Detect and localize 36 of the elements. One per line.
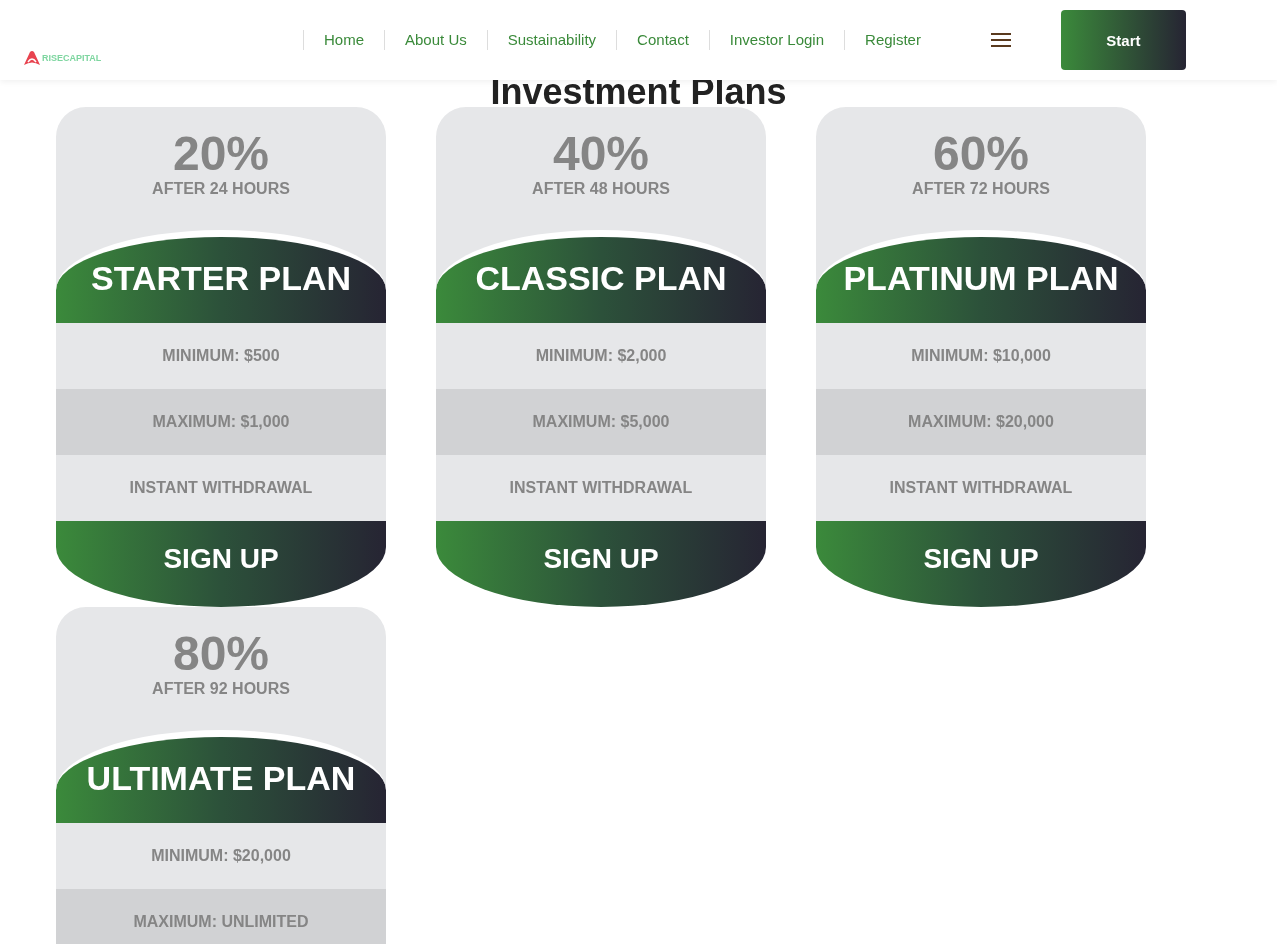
nav-link[interactable]: Register [844,30,941,50]
plan-name-banner: STARTER PLAN [56,230,386,323]
plan-rate: 60% [932,129,1030,179]
menu-icon[interactable] [990,32,1011,48]
plan-detail: MINIMUM: $10,000 [816,323,1146,389]
sign-up-button[interactable]: SIGN UP [56,521,386,607]
plan-rate: 20% [172,129,270,179]
sign-up-button[interactable]: SIGN UP [816,521,1146,607]
nav-link[interactable]: Home [303,30,384,50]
plan-period: AFTER 48 HOURS [532,180,670,198]
plan-detail: INSTANT WITHDRAWAL [816,455,1146,521]
plan-period: AFTER 92 HOURS [152,680,290,698]
plan-detail: MAXIMUM: $20,000 [816,389,1146,455]
nav-link[interactable]: About Us [384,30,487,50]
plan-period: AFTER 72 HOURS [912,180,1050,198]
plan-rate: 80% [172,629,270,679]
plan-name-banner: CLASSIC PLAN [436,230,766,323]
plan-detail: MINIMUM: $2,000 [436,323,766,389]
plan-name-banner: PLATINUM PLAN [816,230,1146,323]
sign-up-button[interactable]: SIGN UP [436,521,766,607]
plan-detail: MINIMUM: $20,000 [56,823,386,889]
plan-detail: INSTANT WITHDRAWAL [436,455,766,521]
plan-period: AFTER 24 HOURS [152,180,290,198]
plan-detail: INSTANT WITHDRAWAL [56,455,386,521]
plan-detail: MAXIMUM: UNLIMITED [56,889,386,944]
plan-name-banner: ULTIMATE PLAN [56,730,386,823]
nav-link[interactable]: Investor Login [708,30,845,50]
plan-rate: 40% [552,129,650,179]
nav-link[interactable]: Contact [616,30,709,50]
start-button[interactable]: Start [1060,10,1186,70]
section-title: Investment Plans [489,72,788,112]
nav-link[interactable]: Sustainability [486,30,617,50]
plan-detail: MAXIMUM: $1,000 [56,389,386,455]
plan-detail: MINIMUM: $500 [56,323,386,389]
plan-detail: MAXIMUM: $5,000 [436,389,766,455]
logo-icon [23,50,41,66]
